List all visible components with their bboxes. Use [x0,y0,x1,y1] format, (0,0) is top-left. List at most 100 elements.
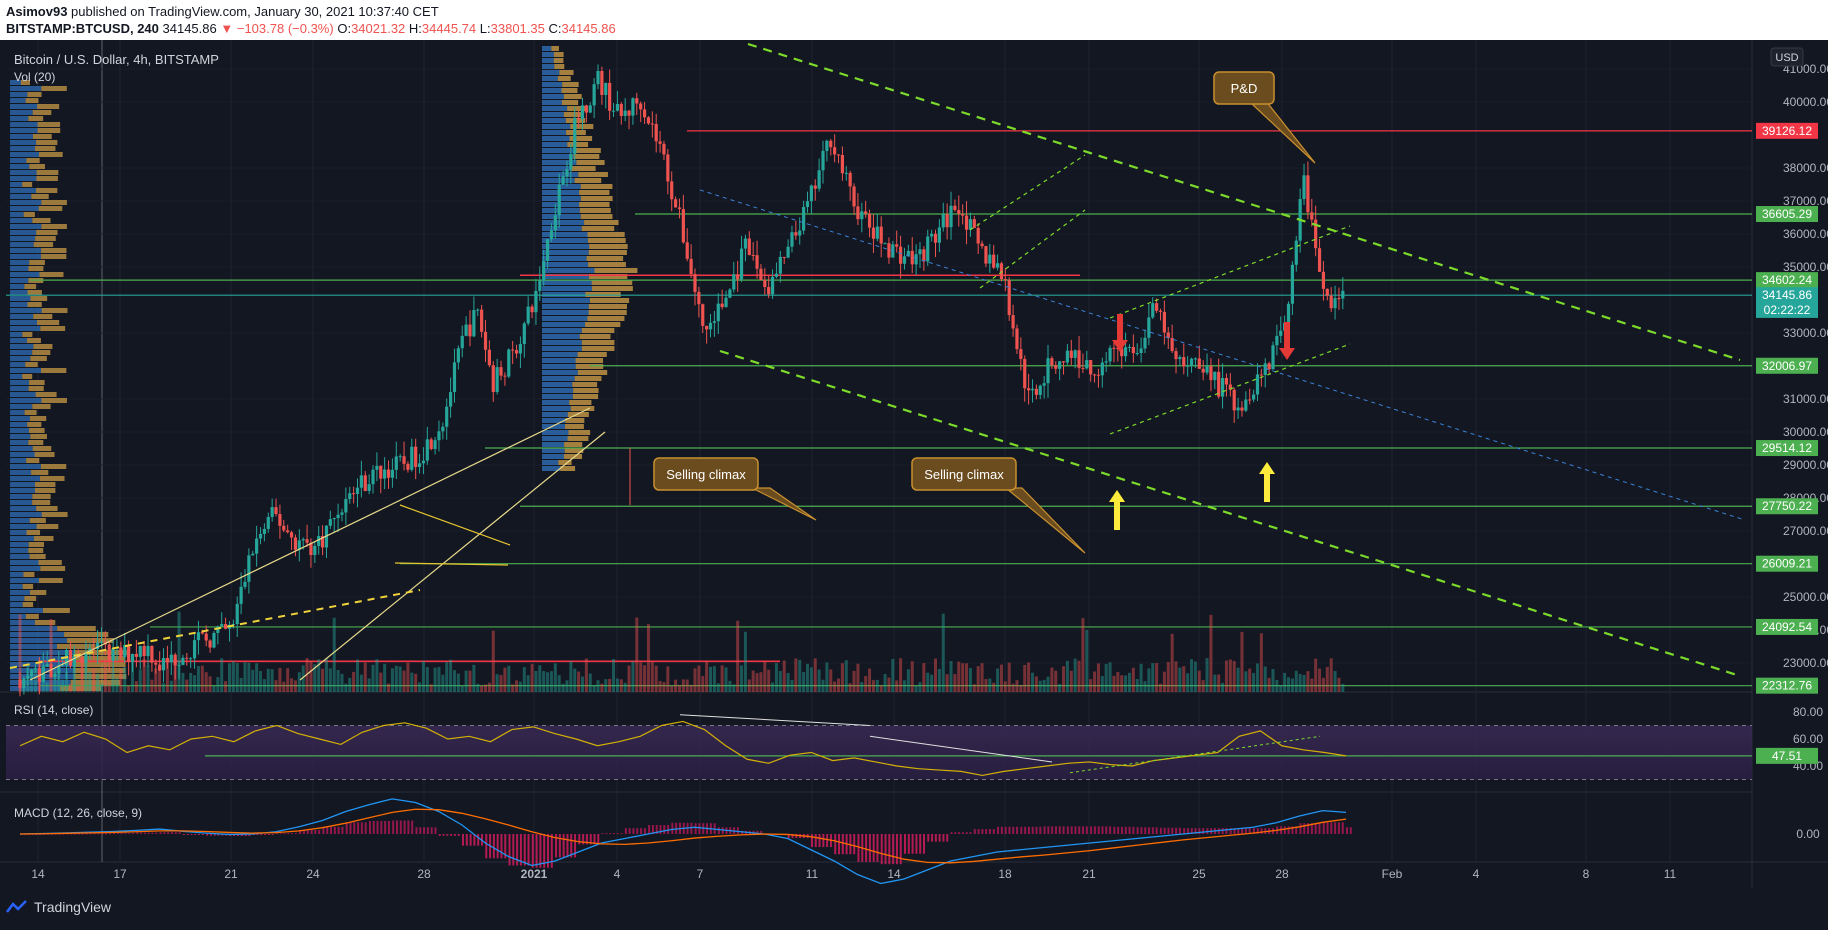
volume-bar [608,678,612,692]
profile-bar-buy [10,536,34,541]
profile-bar-buy [10,182,23,187]
candle-body [549,230,554,240]
macd-histogram-bar [973,829,976,834]
profile-bar-buy [10,476,40,481]
volume-bar [1228,659,1232,692]
profile-bar-sell [585,292,621,297]
profile-bar-buy [542,394,573,399]
macd-histogram-bar [399,820,402,834]
candle-body [565,169,569,177]
macd-histogram-bar [1202,828,1205,834]
volume-bar [1166,661,1170,692]
candle-body [192,640,197,659]
volume-bar [227,663,231,692]
candle-body [747,238,751,255]
volume-bar [945,674,949,692]
volume-bar [689,684,693,692]
candle-body [918,249,922,255]
candle-body [33,668,38,670]
time-tick-label: 4 [1473,867,1480,881]
volume-bar [1116,672,1120,692]
volume-bar [790,680,794,692]
volume-bar [879,685,883,692]
profile-bar-sell [29,416,47,421]
volume-bar [1135,679,1139,692]
candle-body [1077,350,1081,368]
profile-bar-sell [38,206,63,211]
candle-body [1209,366,1213,381]
profile-bar-sell [572,382,598,387]
macd-histogram-bar [841,834,844,855]
candle-body [305,539,309,543]
macd-histogram-bar [85,833,88,835]
volume-bar [856,663,860,692]
macd-histogram-bar [1120,826,1123,834]
candle-body [1182,357,1186,367]
volume-bar [848,683,852,692]
macd-histogram-bar [387,820,390,834]
volume-bar [1104,663,1108,692]
profile-bar-buy [10,140,37,145]
candle-body [1011,315,1015,329]
profile-bar-sell [591,280,633,285]
rsi-value-tag-label: 47.51 [1772,749,1802,763]
macd-histogram-bar [341,826,344,834]
profile-bar-sell [32,218,51,223]
candle-body [1205,366,1209,373]
macd-histogram-bar [306,829,309,834]
profile-bar-buy [542,214,581,219]
volume-bar [957,661,961,692]
profile-bar-buy [10,344,34,349]
macd-histogram-bar [1346,827,1348,834]
macd-histogram-bar [147,832,150,834]
volume-bar [379,672,383,692]
volume-bar [259,670,263,692]
volume-bar [654,665,658,692]
tradingview-logo[interactable]: TradingView [6,899,111,915]
volume-bar [666,666,670,692]
candle-body [1155,303,1159,311]
macd-histogram-bar [1337,822,1340,834]
candle-body [483,331,488,350]
candle-body [301,539,305,541]
volume-bar [1038,680,1042,692]
candle-body [577,117,581,120]
volume-bar [1050,667,1054,692]
macd-histogram-bar [624,828,627,834]
profile-bar-sell [567,412,589,417]
volume-bar [1193,661,1197,692]
candle-body [441,426,445,432]
volume-bar [685,679,689,692]
profile-bar-sell [32,500,51,505]
macd-histogram-bar [946,834,949,842]
candle-body [728,289,732,298]
volume-bar [635,617,639,692]
macd-histogram-bar [1101,826,1104,834]
macd-histogram-bar [101,833,104,835]
volume-bar [840,663,844,692]
macd-histogram-bar [310,829,313,834]
volume-bar [662,682,666,692]
candle-body [833,147,837,155]
chart-canvas[interactable]: 41000.0040000.0038000.0037000.0036000.00… [0,0,1828,888]
volume-bar [243,662,247,692]
candle-body [670,181,674,200]
macd-histogram-bar [1109,826,1112,834]
macd-histogram-bar [349,822,352,834]
annotation-climax-1-text: Selling climax [666,467,746,482]
candle-body [627,110,631,116]
volume-bar [1077,660,1081,692]
volume-bar [891,658,895,692]
volume-bar [716,683,720,692]
profile-bar-sell [557,76,571,81]
volume-bar [604,679,608,692]
candle-body [313,545,317,556]
volume-bar [825,662,829,692]
profile-bar-sell [41,512,68,517]
volume-bar [813,658,817,692]
candle-body [119,647,123,658]
macd-histogram-bar [423,827,426,834]
macd-histogram-bar [508,834,511,866]
volume-bar [763,661,767,692]
profile-bar-sell [40,254,67,259]
